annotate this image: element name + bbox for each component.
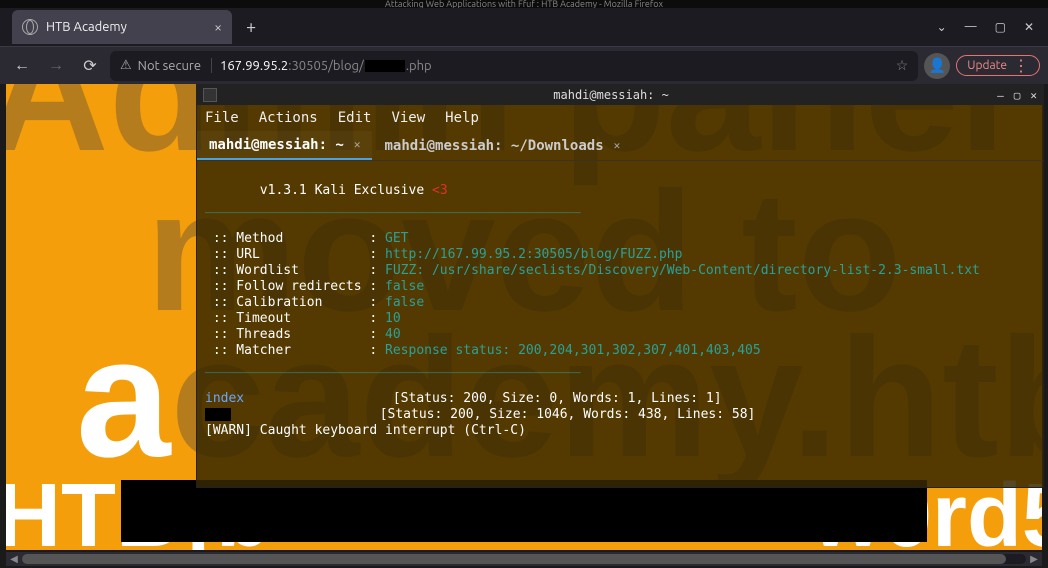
- minimize-icon[interactable]: —: [965, 20, 977, 34]
- globe-icon: [22, 19, 38, 35]
- terminal-body[interactable]: v1.3.1 Kali Exclusive <3 _______________…: [197, 161, 1043, 445]
- profile-avatar[interactable]: 👤: [924, 53, 950, 79]
- close-icon[interactable]: ×: [214, 19, 222, 35]
- terminal-menu: File Actions Edit View Help: [197, 105, 1043, 131]
- browser-tab[interactable]: HTB Academy ×: [12, 10, 232, 44]
- tab-title: HTB Academy: [46, 20, 127, 34]
- browser-tab-bar: HTB Academy × + ⌄ — ▢ ✕: [0, 8, 1048, 46]
- chevron-down-icon[interactable]: ⌄: [937, 20, 947, 34]
- menu-help[interactable]: Help: [445, 110, 479, 126]
- tab-close-icon[interactable]: ✕: [614, 139, 621, 152]
- terminal-tab-2[interactable]: mahdi@messiah: ~/Downloads ✕: [372, 131, 632, 160]
- terminal-tab-1[interactable]: mahdi@messiah: ~ ✕: [197, 131, 372, 160]
- horizontal-scrollbar[interactable]: ◀ ▶: [6, 552, 1042, 566]
- terminal-icon: [203, 88, 217, 102]
- browser-url-bar: ← → ⟳ ⚠ Not secure 167.99.95.2:30505/blo…: [0, 46, 1048, 84]
- scroll-thumb[interactable]: [22, 554, 1006, 564]
- redacted-path: [365, 60, 405, 72]
- bookmark-star-icon[interactable]: ☆: [896, 57, 909, 74]
- maximize-icon[interactable]: ▢: [995, 20, 1006, 34]
- reload-button[interactable]: ⟳: [76, 52, 104, 80]
- terminal-tabs: mahdi@messiah: ~ ✕ mahdi@messiah: ~/Down…: [197, 131, 1043, 161]
- terminal-close-icon[interactable]: ✕: [1030, 89, 1037, 102]
- url-text: 167.99.95.2:30505/blog/.php: [220, 59, 432, 73]
- terminal-title: mahdi@messiah: ~: [225, 88, 997, 102]
- warning-icon: ⚠: [120, 58, 132, 73]
- scroll-left-icon[interactable]: ◀: [6, 552, 22, 566]
- tab-close-icon[interactable]: ✕: [354, 138, 361, 151]
- menu-edit[interactable]: Edit: [338, 110, 372, 126]
- url-field[interactable]: ⚠ Not secure 167.99.95.2:30505/blog/.php…: [110, 51, 918, 81]
- firefox-title-bar: Attacking Web Applications with Ffuf : H…: [0, 0, 1048, 8]
- update-button[interactable]: Update ⋮: [956, 55, 1040, 76]
- redacted-flag: [121, 480, 927, 542]
- close-window-icon[interactable]: ✕: [1024, 20, 1034, 34]
- window-controls: ⌄ — ▢ ✕: [937, 20, 1048, 34]
- new-tab-button[interactable]: +: [232, 17, 270, 37]
- scroll-right-icon[interactable]: ▶: [1026, 552, 1042, 566]
- forward-button[interactable]: →: [42, 52, 70, 80]
- menu-actions[interactable]: Actions: [259, 110, 318, 126]
- menu-file[interactable]: File: [205, 110, 239, 126]
- scroll-track[interactable]: [22, 554, 1026, 564]
- menu-dots-icon: ⋮: [1013, 61, 1029, 71]
- not-secure-badge[interactable]: ⚠ Not secure: [120, 58, 212, 73]
- terminal-window: mahdi@messiah: ~ — ▢ ✕ File Actions Edit…: [196, 84, 1044, 488]
- back-button[interactable]: ←: [8, 52, 36, 80]
- menu-view[interactable]: View: [391, 110, 425, 126]
- terminal-title-bar[interactable]: mahdi@messiah: ~ — ▢ ✕: [197, 85, 1043, 105]
- terminal-maximize-icon[interactable]: ▢: [1014, 89, 1021, 102]
- terminal-minimize-icon[interactable]: —: [997, 89, 1004, 102]
